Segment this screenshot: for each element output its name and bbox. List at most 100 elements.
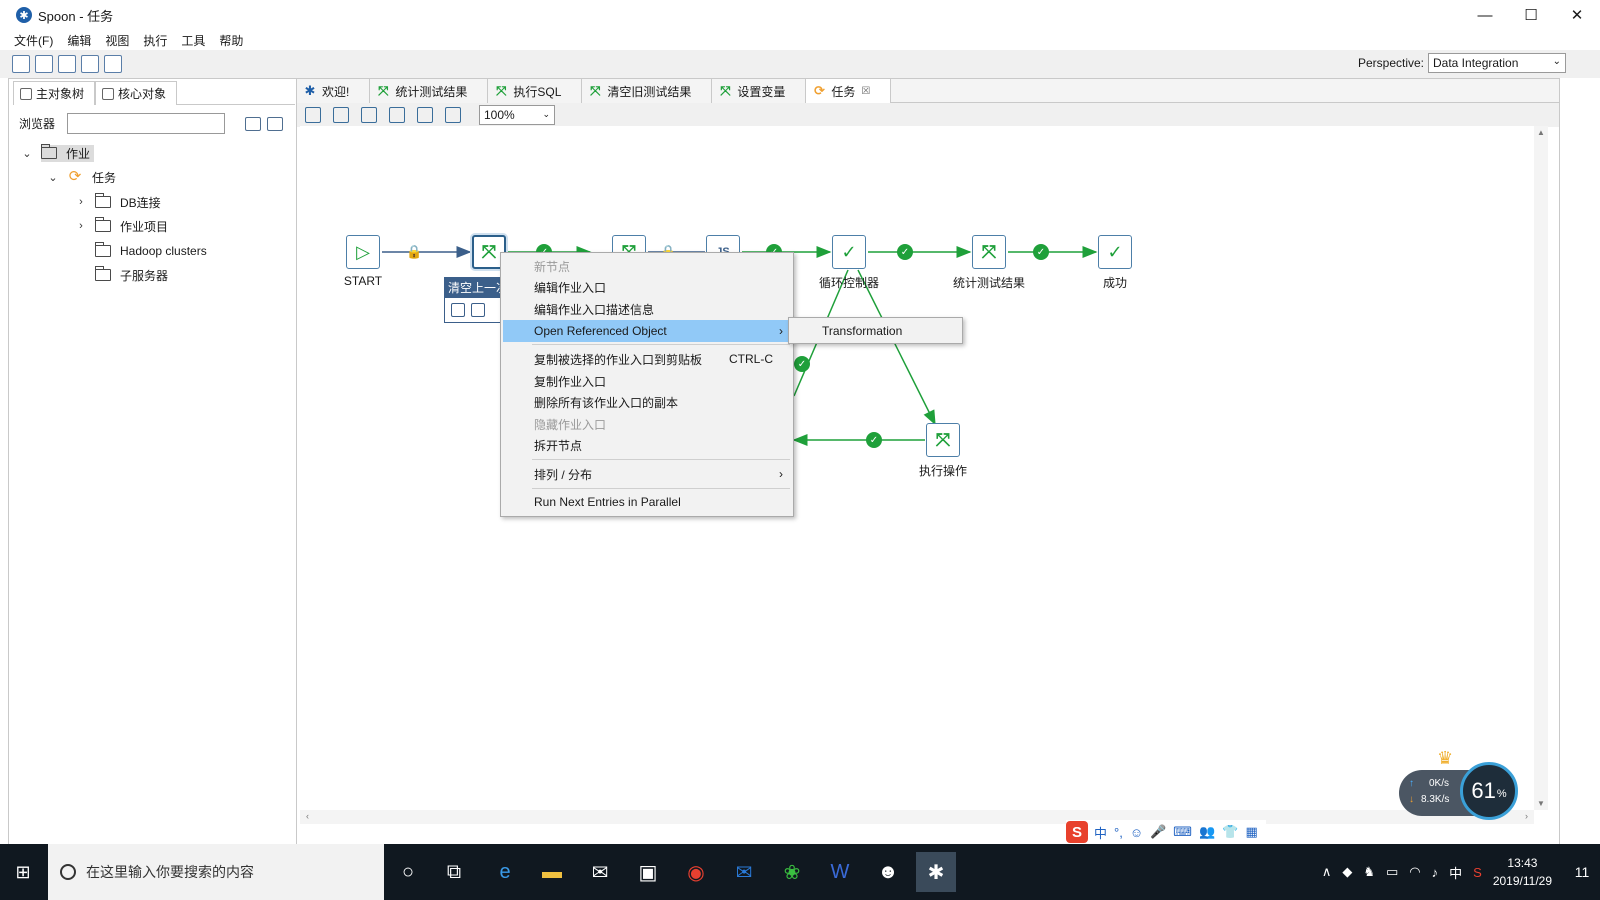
edge-icon[interactable]: e (485, 852, 525, 892)
tab-core-objects[interactable]: 核心对象 (95, 81, 178, 105)
menu-edit[interactable]: 编辑 (67, 32, 91, 49)
menu-item-align-distribute[interactable]: 排列 / 分布 › (503, 463, 793, 485)
outlook-icon[interactable]: ✉ (724, 852, 764, 892)
menu-item-copy-to-clipboard[interactable]: 复制被选择的作业入口到剪贴板 CTRL-C (503, 348, 793, 370)
notification-center-icon[interactable]: 11 (1564, 844, 1600, 900)
avatar-app-icon[interactable]: ☻ (868, 852, 908, 892)
node-loop-controller[interactable]: ✓ (832, 235, 866, 269)
chevron-down-icon[interactable]: ⌄ (47, 171, 59, 184)
menu-view[interactable]: 视图 (105, 32, 129, 49)
qq-icon[interactable]: ♞ (1363, 864, 1375, 880)
node-execute-action[interactable]: ⤧ (926, 423, 960, 457)
menu-file[interactable]: 文件(F) (14, 32, 53, 49)
taskbar-search[interactable]: 在这里输入你要搜索的内容 (48, 844, 384, 900)
ime-chinese-mode[interactable]: 中 (1094, 823, 1107, 842)
replay-icon[interactable] (361, 107, 377, 123)
volume-icon[interactable]: ♪ (1432, 865, 1439, 880)
memory-usage-gauge[interactable]: 61% (1460, 762, 1518, 820)
vertical-scrollbar[interactable]: ▲ ▼ (1534, 126, 1548, 810)
explore-db-icon[interactable] (417, 107, 433, 123)
close-icon[interactable]: ☒ (861, 86, 870, 97)
chevron-right-icon[interactable]: › (75, 220, 87, 232)
menu-item-delete-all-copies[interactable]: 删除所有该作业入口的副本 (503, 391, 793, 413)
menu-item-duplicate-entry[interactable]: 复制作业入口 (503, 370, 793, 392)
close-button[interactable]: ✕ (1554, 0, 1600, 30)
node-success[interactable]: ✓ (1098, 235, 1132, 269)
input-icon[interactable] (451, 303, 465, 317)
tab-welcome[interactable]: ✱ 欢迎! (297, 79, 371, 103)
sogou-tray-icon[interactable]: S (1473, 865, 1482, 880)
chevron-right-icon[interactable]: › (75, 196, 87, 208)
perspective-select[interactable]: Data Integration ⌄ (1428, 53, 1566, 73)
windows-start-icon[interactable]: ⊞ (0, 844, 46, 900)
submenu-transformation[interactable]: Transformation (788, 317, 963, 344)
tray-app-icon[interactable]: ◆ (1342, 864, 1352, 880)
scroll-left-icon[interactable]: ‹ (306, 811, 309, 821)
results-icon[interactable] (445, 107, 461, 123)
run-icon[interactable] (305, 107, 321, 123)
maximize-button[interactable]: ☐ (1508, 0, 1554, 30)
ime-user-icon[interactable]: 👥 (1199, 824, 1215, 840)
edit-icon[interactable] (471, 303, 485, 317)
cortana-icon[interactable]: ○ (388, 852, 428, 892)
menu-run[interactable]: 执行 (143, 32, 167, 49)
open-file-icon[interactable] (35, 55, 53, 73)
ime-skin-icon[interactable]: 👕 (1222, 824, 1238, 840)
save-as-icon[interactable] (104, 55, 122, 73)
minimize-button[interactable]: — (1462, 0, 1508, 30)
ime-emoji-icon[interactable]: ☺ (1130, 825, 1143, 840)
tab-stats-results[interactable]: ⤧ 统计测试结果 (370, 79, 489, 103)
wechat-icon[interactable]: ❀ (772, 852, 812, 892)
chevron-down-icon[interactable]: ⌄ (21, 147, 33, 160)
tray-expand-icon[interactable]: ∧ (1322, 864, 1332, 880)
zoom-select[interactable]: 100% ⌄ (479, 105, 555, 125)
explore-repository-icon[interactable] (58, 55, 76, 73)
sogou-logo-icon[interactable]: S (1066, 821, 1088, 843)
save-icon[interactable] (81, 55, 99, 73)
tree-item-job[interactable]: ⌄ ⟳ 任务 (47, 165, 116, 189)
menu-item-detach-node[interactable]: 拆开节点 (503, 434, 793, 456)
input-language[interactable]: 中 (1449, 863, 1462, 882)
scroll-down-icon[interactable]: ▼ (1537, 799, 1545, 808)
browser-search-input[interactable] (67, 113, 225, 134)
new-file-icon[interactable] (12, 55, 30, 73)
node-stats-results[interactable]: ⤧ (972, 235, 1006, 269)
horizontal-scrollbar[interactable]: ‹ › (300, 810, 1534, 824)
screenshot-app-icon[interactable]: ▣ (628, 852, 668, 892)
wifi-icon[interactable]: ◠ (1409, 864, 1420, 880)
ime-punctuation-icon[interactable]: °, (1114, 825, 1123, 840)
ime-voice-icon[interactable]: 🎤 (1150, 824, 1166, 840)
node-start[interactable]: ▷ (346, 235, 380, 269)
tree-item-job-entries[interactable]: › 作业项目 (75, 214, 168, 238)
scroll-right-icon[interactable]: › (1525, 811, 1528, 821)
sql-icon[interactable] (389, 107, 405, 123)
system-clock[interactable]: 13:43 2019/11/29 (1493, 854, 1552, 890)
tree-item-hadoop-clusters[interactable]: Hadoop clusters (94, 239, 207, 263)
menu-help[interactable]: 帮助 (219, 32, 243, 49)
menu-item-edit-description[interactable]: 编辑作业入口描述信息 (503, 298, 793, 320)
battery-icon[interactable]: ▭ (1386, 864, 1398, 880)
chrome-icon[interactable]: ◉ (676, 852, 716, 892)
spoon-taskbar-icon[interactable]: ✱ (916, 852, 956, 892)
mail-icon[interactable]: ✉ (580, 852, 620, 892)
file-explorer-icon[interactable]: ▬ (532, 852, 572, 892)
job-canvas[interactable]: ▷ START ⤧ ⤧ JS ✓ 循环控制器 ⤧ 统计测试结果 ✓ 成功 ⤧ 执… (300, 126, 1548, 810)
scroll-up-icon[interactable]: ▲ (1537, 128, 1545, 137)
task-view-icon[interactable]: ⧉ (434, 852, 474, 892)
menu-tools[interactable]: 工具 (181, 32, 205, 49)
stop-icon[interactable] (333, 107, 349, 123)
tab-job[interactable]: ⟳ 任务 ☒ (806, 79, 892, 103)
expand-all-icon[interactable] (245, 117, 261, 131)
menu-item-open-referenced-object[interactable]: Open Referenced Object › (503, 320, 793, 342)
collapse-all-icon[interactable] (267, 117, 283, 131)
tab-main-tree[interactable]: 主对象树 (13, 81, 96, 105)
tab-set-variables[interactable]: ⤧ 设置变量 (712, 79, 807, 103)
tab-clear-old-results[interactable]: ⤧ 清空旧测试结果 (582, 79, 713, 103)
tab-execute-sql[interactable]: ⤧ 执行SQL (488, 79, 583, 103)
word-icon[interactable]: W (820, 852, 860, 892)
ime-keyboard-icon[interactable]: ⌨ (1173, 824, 1192, 840)
tree-item-db-connections[interactable]: › DB连接 (75, 190, 161, 214)
menu-item-run-parallel[interactable]: Run Next Entries in Parallel (503, 491, 793, 513)
ime-toolbox-icon[interactable]: ▦ (1245, 824, 1257, 840)
tree-item-jobs[interactable]: ⌄ 作业 (21, 141, 95, 165)
